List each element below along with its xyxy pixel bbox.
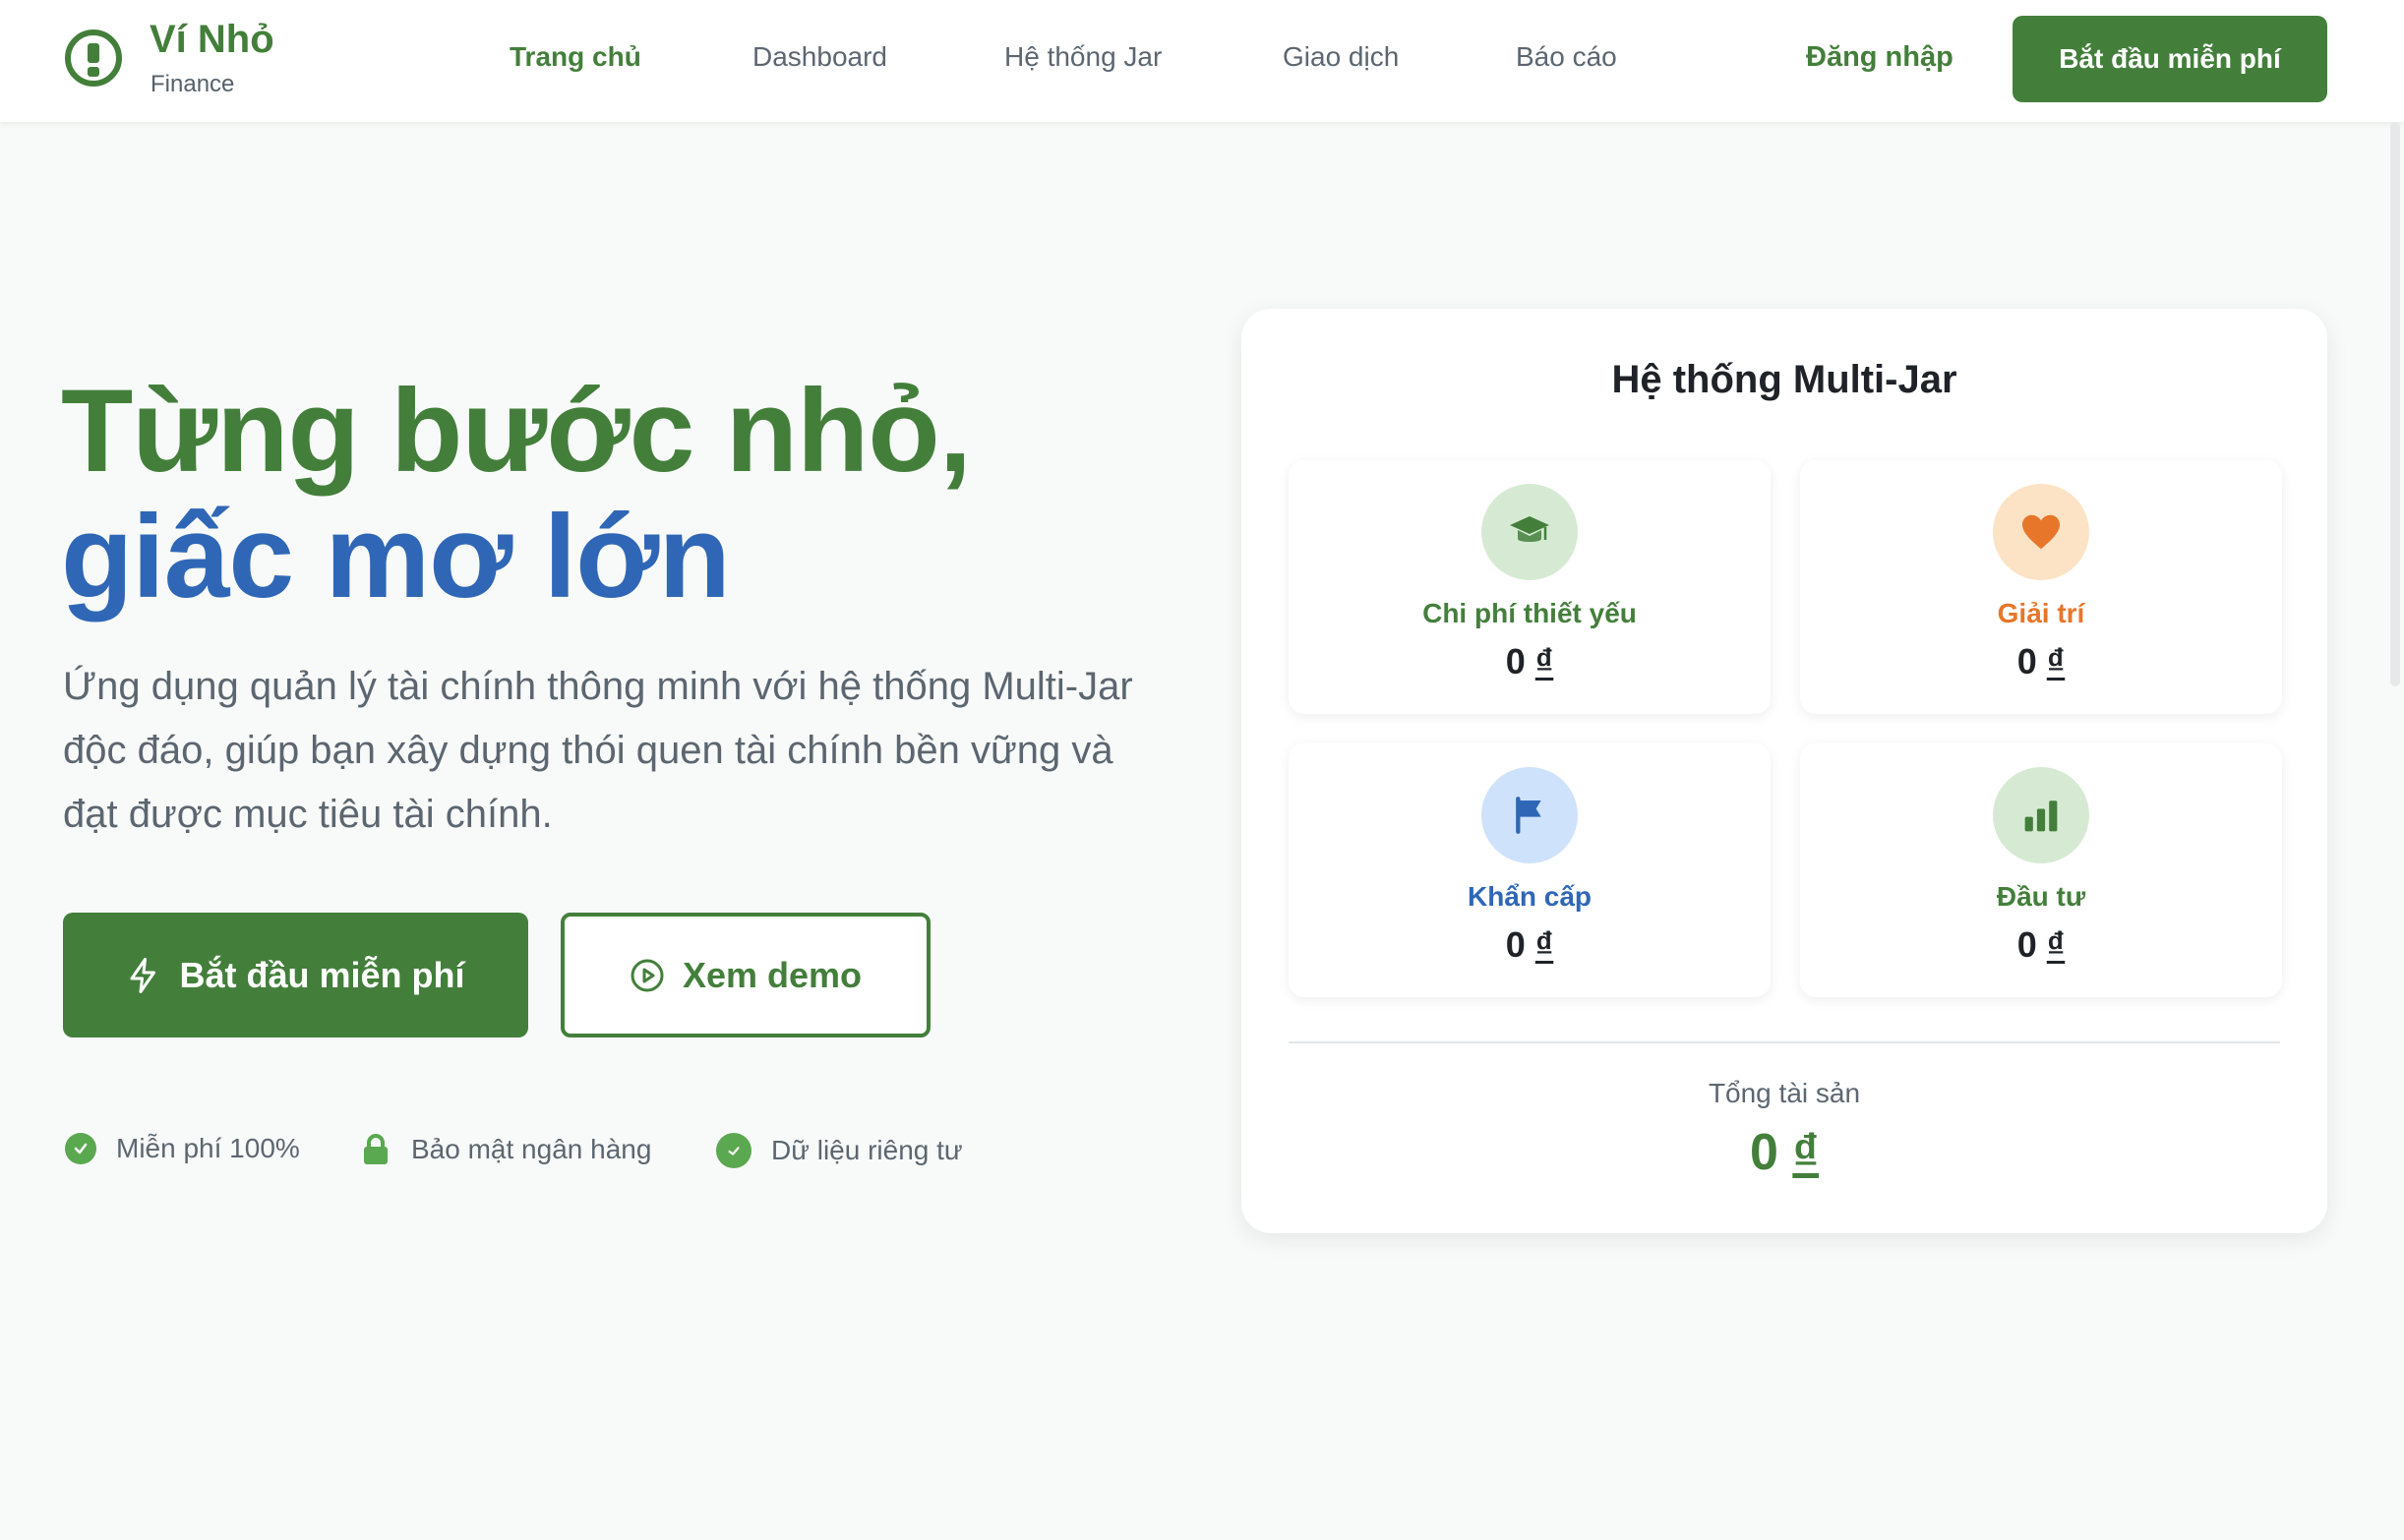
nav-home[interactable]: Trang chủ [510, 41, 641, 73]
jar-investment-amount: 0 ₫ [2016, 924, 2066, 965]
jar-emergency-amount: 0 ₫ [1505, 924, 1554, 965]
jar-investment[interactable]: Đầu tư 0 ₫ [1800, 743, 2282, 997]
jar-investment-label: Đầu tư [1996, 881, 2086, 912]
total-assets-value: 0 ₫ [1749, 1124, 1820, 1181]
start-free-button[interactable]: Bắt đầu miễn phí [63, 913, 528, 1037]
jar-entertainment-label: Giải trí [1997, 598, 2085, 628]
multi-jar-card: Hệ thống Multi-Jar Chi phí thiết yếu 0 ₫… [1241, 309, 2327, 1233]
total-assets-label: Tổng tài sản [1708, 1078, 1861, 1108]
flag-icon [1481, 767, 1578, 863]
lock-icon [364, 1134, 388, 1164]
nav-reports[interactable]: Báo cáo [1516, 41, 1617, 73]
hero-title-line1: Từng bước nhỏ, [61, 365, 972, 497]
nav-dashboard[interactable]: Dashboard [752, 41, 887, 73]
hero-title: Từng bước nhỏ, giấc mơ lớn [61, 365, 972, 622]
multi-jar-card-title: Hệ thống Multi-Jar [1611, 358, 1957, 401]
check-circle-icon [65, 1133, 96, 1164]
login-link[interactable]: Đăng nhập [1806, 41, 1953, 74]
jar-emergency-label: Khẩn cấp [1467, 881, 1593, 912]
jar-essentials-amount: 0 ₫ [1505, 641, 1554, 681]
trust-security: Bảo mật ngân hàng [360, 1133, 651, 1166]
jar-essentials-label: Chi phí thiết yếu [1422, 598, 1637, 628]
trust-free: Miễn phí 100% [65, 1133, 300, 1164]
top-navbar: Ví Nhỏ Finance Trang chủ Dashboard Hệ th… [0, 0, 2404, 122]
trust-privacy: Dữ liệu riêng tư [716, 1133, 963, 1168]
nav-jar-system[interactable]: Hệ thống Jar [1004, 41, 1162, 73]
trust-security-label: Bảo mật ngân hàng [411, 1134, 652, 1164]
brand-name[interactable]: Ví Nhỏ [150, 18, 274, 62]
trust-free-label: Miễn phí 100% [116, 1133, 300, 1163]
watch-demo-button-label: Xem demo [682, 954, 863, 995]
logo-exclamation-icon[interactable] [65, 30, 122, 87]
hero-title-line2: giấc mơ lớn [61, 491, 731, 622]
play-circle-icon [631, 959, 664, 991]
header-start-free-button[interactable]: Bắt đầu miễn phí [2013, 16, 2327, 102]
jar-entertainment-amount: 0 ₫ [2016, 641, 2066, 681]
jar-essentials[interactable]: Chi phí thiết yếu 0 ₫ [1289, 460, 1771, 714]
brand-subtitle: Finance [150, 71, 235, 97]
trust-privacy-label: Dữ liệu riêng tư [771, 1135, 963, 1165]
graduation-cap-icon [1481, 484, 1578, 580]
jar-entertainment[interactable]: Giải trí 0 ₫ [1800, 460, 2282, 714]
bar-chart-icon [1993, 767, 2089, 863]
nav-transactions[interactable]: Giao dịch [1283, 41, 1399, 73]
jar-emergency[interactable]: Khẩn cấp 0 ₫ [1289, 743, 1771, 997]
shield-check-icon [716, 1133, 751, 1168]
page-scrollbar[interactable] [2390, 122, 2400, 686]
hero-description: Ứng dụng quản lý tài chính thông minh vớ… [63, 665, 1133, 836]
start-free-button-label: Bắt đầu miễn phí [179, 954, 465, 995]
card-divider [1289, 1041, 2280, 1043]
lightning-icon [130, 957, 156, 993]
heart-icon [1993, 484, 2089, 580]
watch-demo-button[interactable]: Xem demo [561, 913, 931, 1037]
